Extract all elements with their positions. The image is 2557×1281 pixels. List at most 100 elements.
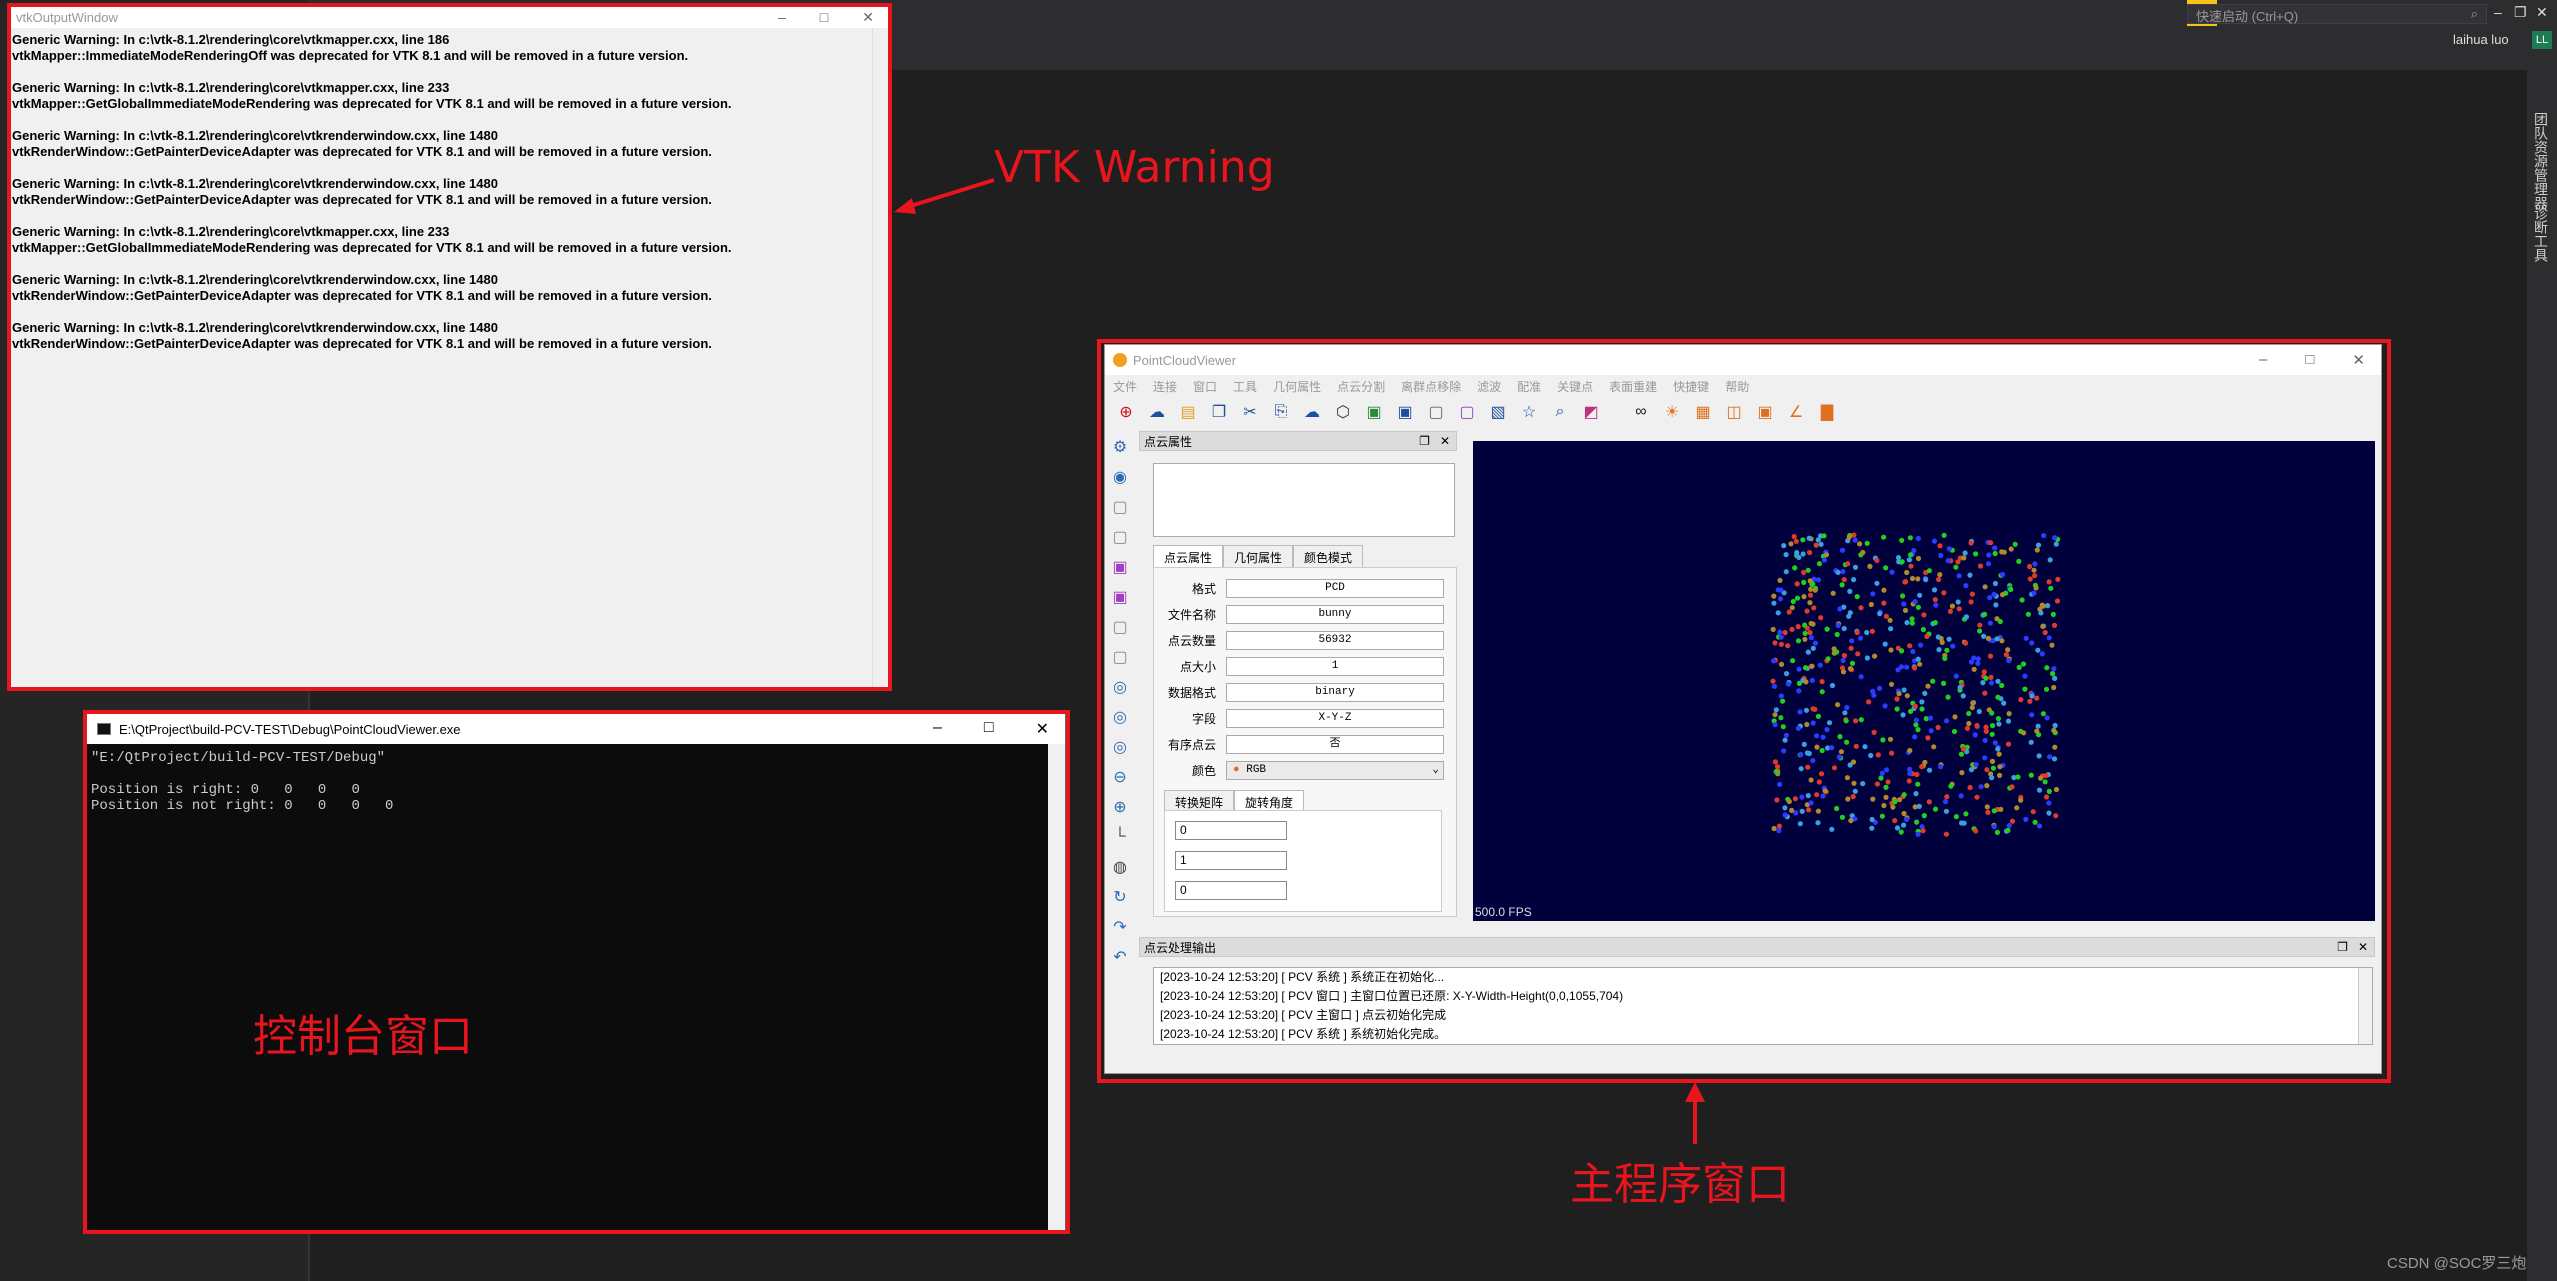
close-icon[interactable]: ✕ (2352, 351, 2365, 369)
restore-icon[interactable]: ❐ (2514, 4, 2527, 21)
rotation-x-input[interactable]: 0 (1175, 821, 1287, 840)
close-icon[interactable]: ✕ (1440, 434, 1450, 448)
globe-icon[interactable]: ◍ (1108, 855, 1132, 879)
color-select[interactable]: ● RGB ⌄ (1226, 760, 1444, 780)
point-cloud-viewport[interactable]: 500.0 FPS (1473, 441, 2375, 921)
view-front-icon[interactable]: ▢ (1108, 495, 1132, 519)
zoom-in-icon[interactable]: ⊕ (1108, 795, 1132, 819)
axes-icon[interactable]: └ (1108, 825, 1132, 849)
rotation-y-input[interactable]: 1 (1175, 851, 1287, 870)
menu-shortcuts[interactable]: 快捷键 (1673, 378, 1709, 395)
prop-value-count[interactable]: 56932 (1226, 630, 1444, 650)
folder-icon[interactable]: ▤ (1175, 399, 1201, 425)
prop-value-filename[interactable]: bunny (1226, 604, 1444, 624)
paint-icon[interactable]: ◩ (1578, 399, 1604, 425)
txt-icon[interactable]: ▢ (1423, 399, 1449, 425)
output-scrollbar[interactable] (2358, 968, 2372, 1044)
menu-geometry[interactable]: 几何属性 (1273, 378, 1321, 395)
console-output[interactable]: "E:/QtProject/build-PCV-TEST/Debug" Posi… (87, 744, 1065, 820)
rotate-z-icon[interactable]: ◎ (1108, 735, 1132, 759)
minimize-icon[interactable]: – (778, 9, 786, 26)
avatar[interactable]: LL (2532, 31, 2552, 49)
maximize-icon[interactable]: □ (984, 719, 994, 739)
maximize-icon[interactable]: □ (820, 9, 828, 26)
zoom-out-icon[interactable]: ⊖ (1108, 765, 1132, 789)
menu-file[interactable]: 文件 (1113, 378, 1137, 395)
menu-outlier-removal[interactable]: 离群点移除 (1401, 378, 1461, 395)
console-titlebar[interactable]: E:\QtProject\build-PCV-TEST\Debug\PointC… (87, 714, 1065, 744)
cut-icon[interactable]: ✂ (1237, 399, 1263, 425)
undo-icon[interactable]: ↶ (1108, 945, 1132, 969)
vtk-scrollbar[interactable] (872, 28, 888, 687)
cloud-icon[interactable]: ☁ (1144, 399, 1170, 425)
frame-icon[interactable]: ▣ (1752, 399, 1778, 425)
cloud-download-icon[interactable]: ☁ (1299, 399, 1325, 425)
grid-icon[interactable]: ▦ (1690, 399, 1716, 425)
menu-segmentation[interactable]: 点云分割 (1337, 378, 1385, 395)
gear-icon[interactable]: ⚙ (1108, 435, 1132, 459)
maximize-icon[interactable]: □ (2305, 351, 2314, 369)
side-tab-team-explorer[interactable]: 团队资源管理器 (2531, 112, 2551, 210)
menu-connect[interactable]: 连接 (1153, 378, 1177, 395)
copy-icon[interactable]: ❐ (1206, 399, 1232, 425)
camera-icon[interactable]: ◉ (1108, 465, 1132, 489)
export-icon[interactable]: ▣ (1361, 399, 1387, 425)
rotate-y-icon[interactable]: ◎ (1108, 705, 1132, 729)
obj-icon[interactable]: ▢ (1454, 399, 1480, 425)
console-scrollbar[interactable] (1048, 744, 1065, 1230)
annotation-arrow-main (1685, 1082, 1705, 1144)
view-back-icon[interactable]: ▢ (1108, 525, 1132, 549)
save-icon[interactable]: ▣ (1392, 399, 1418, 425)
vtk-log-text[interactable]: Generic Warning: In c:\vtk-8.1.2\renderi… (10, 32, 872, 687)
link-icon[interactable]: ∞ (1628, 399, 1654, 425)
view-top-icon[interactable]: ▢ (1108, 615, 1132, 639)
add-icon[interactable]: ⊕ (1113, 399, 1139, 425)
prop-value-data-format[interactable]: binary (1226, 682, 1444, 702)
view-left-icon[interactable]: ▣ (1108, 555, 1132, 579)
menu-surface[interactable]: 表面重建 (1609, 378, 1657, 395)
axis-icon[interactable]: ∠ (1783, 399, 1809, 425)
close-icon[interactable]: ✕ (2358, 940, 2368, 954)
menu-help[interactable]: 帮助 (1725, 378, 1749, 395)
refresh-icon[interactable]: ↻ (1108, 885, 1132, 909)
menu-registration[interactable]: 配准 (1517, 378, 1541, 395)
user-name[interactable]: laihua luo (2453, 32, 2509, 47)
menu-tools[interactable]: 工具 (1233, 378, 1257, 395)
paste-icon[interactable]: ⎘ (1268, 399, 1294, 425)
side-tab-diagnostics[interactable]: 诊断工具 (2531, 206, 2551, 262)
close-icon[interactable]: ✕ (1036, 719, 1049, 739)
bar-chart-icon[interactable]: ▇ (1814, 399, 1840, 425)
vtk-titlebar[interactable]: vtkOutputWindow – □ ✕ (10, 6, 888, 28)
star-icon[interactable]: ☆ (1516, 399, 1542, 425)
rotation-z-input[interactable]: 0 (1175, 881, 1287, 900)
float-icon[interactable]: ❐ (1419, 434, 1430, 448)
search-icon[interactable]: ⌕ (1547, 399, 1573, 425)
split-icon[interactable]: ◫ (1721, 399, 1747, 425)
prop-value-organized[interactable]: 否 (1226, 734, 1444, 754)
pcv-titlebar[interactable]: PointCloudViewer – □ ✕ (1105, 345, 2381, 375)
rotate-x-icon[interactable]: ◎ (1108, 675, 1132, 699)
float-icon[interactable]: ❐ (2337, 940, 2348, 954)
quick-launch-input[interactable]: 快速启动 (Ctrl+Q) ⌕ (2187, 4, 2487, 24)
point-size-spinbox[interactable]: 1 (1226, 656, 1444, 676)
log-line: [2023-10-24 12:53:20] [ PCV 主窗口 ] 点云初始化完… (1160, 1008, 1447, 1022)
output-log[interactable]: [2023-10-24 12:53:20] [ PCV 系统 ] 系统正在初始化… (1153, 967, 2373, 1045)
view-right-icon[interactable]: ▣ (1108, 585, 1132, 609)
minimize-icon[interactable]: – (2259, 351, 2267, 369)
menu-filter[interactable]: 滤波 (1477, 378, 1501, 395)
view-bottom-icon[interactable]: ▢ (1108, 645, 1132, 669)
log-line: [2023-10-24 12:53:20] [ PCV 系统 ] 系统初始化完成… (1160, 1027, 1447, 1041)
menu-window[interactable]: 窗口 (1193, 378, 1217, 395)
sun-icon[interactable]: ☀ (1659, 399, 1685, 425)
prop-value-format[interactable]: PCD (1226, 578, 1444, 598)
cube-icon[interactable]: ⬡ (1330, 399, 1356, 425)
close-icon[interactable]: ✕ (2536, 4, 2548, 21)
close-icon[interactable]: ✕ (862, 9, 874, 26)
prop-value-fields[interactable]: X-Y-Z (1226, 708, 1444, 728)
image-icon[interactable]: ▧ (1485, 399, 1511, 425)
redo-icon[interactable]: ↷ (1108, 915, 1132, 939)
output-dock-header: 点云处理输出 ❐ ✕ (1139, 937, 2375, 957)
minimize-icon[interactable]: – (2494, 4, 2502, 20)
menu-keypoints[interactable]: 关键点 (1557, 378, 1593, 395)
minimize-icon[interactable]: – (933, 719, 942, 739)
